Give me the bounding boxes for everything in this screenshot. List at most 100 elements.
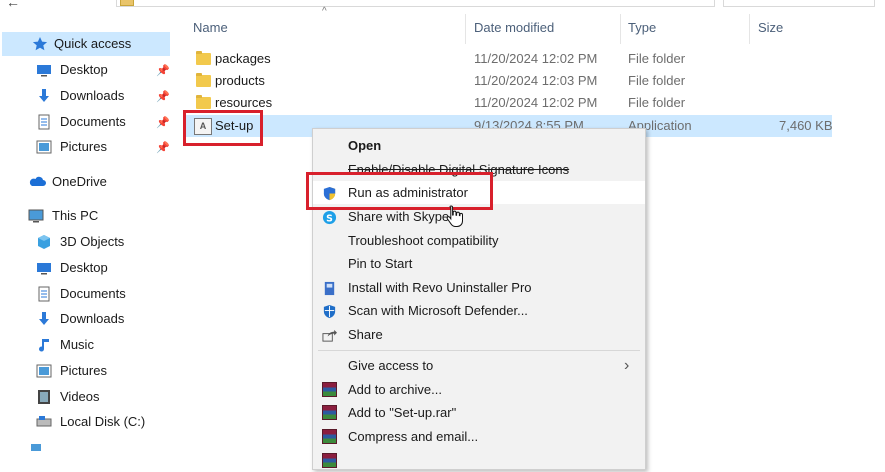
sidebar-item-downloads[interactable]: Downloads xyxy=(36,84,124,108)
sidebar-item-documents-pc[interactable]: Documents xyxy=(36,282,126,306)
hand-cursor-icon xyxy=(446,204,464,228)
menu-item-label: Share xyxy=(348,327,383,342)
menu-item-label: Open xyxy=(348,138,382,153)
file-type: File folder xyxy=(628,73,686,88)
menu-item-add-rar[interactable]: Add to "Set-up.rar" xyxy=(313,401,645,424)
sidebar-item-label: This PC xyxy=(52,208,99,223)
sort-arrow-icon: ^ xyxy=(322,6,327,17)
navigation-pane: Quick access Desktop 📌 Downloads 📌 Docum… xyxy=(0,30,172,454)
folder-icon xyxy=(196,51,211,65)
menu-separator xyxy=(318,350,640,351)
video-icon xyxy=(36,389,52,405)
column-divider[interactable] xyxy=(620,14,621,44)
share-icon xyxy=(322,327,337,342)
sidebar-item-label: Pictures xyxy=(60,139,107,154)
sidebar-item-documents[interactable]: Documents xyxy=(36,110,126,134)
desktop-icon xyxy=(36,62,52,78)
drive-icon xyxy=(36,414,52,430)
file-type: File folder xyxy=(628,51,686,66)
sidebar-item-this-pc[interactable]: This PC xyxy=(28,204,98,228)
defender-icon xyxy=(322,303,337,319)
sidebar-item-label: Desktop xyxy=(60,62,108,77)
menu-item-label: Install with Revo Uninstaller Pro xyxy=(348,280,532,295)
column-header-type[interactable]: Type xyxy=(628,20,656,35)
music-icon xyxy=(36,337,52,353)
menu-item-label: Give access to xyxy=(348,358,434,373)
sidebar-item-desktop[interactable]: Desktop xyxy=(36,58,108,82)
sidebar-item-label: 3D Objects xyxy=(60,234,125,249)
menu-item-defender-scan[interactable]: Scan with Microsoft Defender... xyxy=(313,299,645,322)
table-row[interactable]: packages 11/20/2024 12:02 PM File folder xyxy=(184,48,832,70)
sidebar-item-label: Documents xyxy=(60,114,126,129)
desktop-icon xyxy=(36,260,52,276)
column-header-size[interactable]: Size xyxy=(758,20,783,35)
winrar-icon xyxy=(322,382,337,397)
sidebar-item-pictures[interactable]: Pictures xyxy=(36,135,107,159)
menu-item-partial[interactable] xyxy=(313,449,645,472)
menu-item-revo[interactable]: Install with Revo Uninstaller Pro xyxy=(313,276,645,299)
menu-item-add-archive[interactable]: Add to archive... xyxy=(313,378,645,401)
computer-icon xyxy=(28,208,44,224)
sidebar-item-label: Documents xyxy=(60,286,126,301)
menu-item-label: Pin to Start xyxy=(348,256,413,271)
document-icon xyxy=(36,114,52,130)
folder-icon xyxy=(120,0,134,6)
sidebar-item-downloads-pc[interactable]: Downloads xyxy=(36,307,124,331)
menu-item-compress-email[interactable]: Compress and email... xyxy=(313,425,645,448)
winrar-icon xyxy=(322,453,337,468)
table-row[interactable]: products 11/20/2024 12:03 PM File folder xyxy=(184,70,832,92)
sidebar-item-label: Downloads xyxy=(60,311,125,326)
table-row[interactable]: resources 11/20/2024 12:02 PM File folde… xyxy=(184,92,832,114)
file-date: 11/20/2024 12:03 PM xyxy=(474,73,598,88)
highlight-box-run-as-admin xyxy=(306,172,493,210)
menu-item-label: Add to "Set-up.rar" xyxy=(348,405,457,420)
menu-item-open[interactable]: Open xyxy=(313,134,645,157)
menu-item-pin-start[interactable]: Pin to Start xyxy=(313,252,645,275)
sidebar-item-label: Desktop xyxy=(60,260,108,275)
star-icon xyxy=(32,36,48,52)
menu-item-share[interactable]: Share xyxy=(313,323,645,346)
pin-icon: 📌 xyxy=(156,142,170,154)
file-date: 11/20/2024 12:02 PM xyxy=(474,95,598,110)
pin-icon: 📌 xyxy=(156,65,170,77)
file-name: packages xyxy=(215,51,271,66)
back-arrow-icon[interactable]: ← xyxy=(6,0,20,10)
sidebar-item-label: Pictures xyxy=(60,363,107,378)
column-divider[interactable] xyxy=(749,14,750,44)
sidebar-item-local-disk[interactable]: Local Disk (C:) xyxy=(36,410,145,434)
menu-item-label: Compress and email... xyxy=(348,429,479,444)
pictures-icon xyxy=(36,363,52,379)
download-icon xyxy=(36,88,52,104)
file-size: 7,460 KB xyxy=(779,118,833,133)
sidebar-item-desktop-pc[interactable]: Desktop xyxy=(36,256,108,280)
menu-item-label: Add to archive... xyxy=(348,382,442,397)
sidebar-item-onedrive[interactable]: OneDrive xyxy=(28,170,107,194)
column-header-date[interactable]: Date modified xyxy=(474,20,554,35)
address-bar[interactable] xyxy=(116,0,715,7)
file-date: 11/20/2024 12:02 PM xyxy=(474,51,598,66)
sidebar-item-music[interactable]: Music xyxy=(36,333,94,357)
revo-uninstaller-icon xyxy=(322,280,337,296)
column-divider[interactable] xyxy=(465,14,466,44)
pin-icon: 📌 xyxy=(156,91,170,103)
sidebar-item-label: Quick access xyxy=(54,36,132,51)
sidebar-item-label: Videos xyxy=(60,389,100,404)
folder-icon xyxy=(196,73,211,87)
file-type: File folder xyxy=(628,95,686,110)
file-name: products xyxy=(215,73,265,88)
sidebar-item-label: OneDrive xyxy=(52,174,107,189)
document-icon xyxy=(36,286,52,302)
sidebar-item-videos[interactable]: Videos xyxy=(36,385,100,409)
search-input[interactable] xyxy=(723,0,875,7)
menu-item-troubleshoot[interactable]: Troubleshoot compatibility xyxy=(313,229,645,252)
menu-item-label: Scan with Microsoft Defender... xyxy=(348,303,528,318)
sidebar-item-3d-objects[interactable]: 3D Objects xyxy=(36,230,124,254)
download-icon xyxy=(36,311,52,327)
sidebar-item-label: Local Disk (C:) xyxy=(60,414,146,429)
sidebar-item-pictures-pc[interactable]: Pictures xyxy=(36,359,107,383)
sidebar-item-label: Downloads xyxy=(60,88,125,103)
menu-item-give-access[interactable]: Give access to › xyxy=(313,354,645,377)
column-header-name[interactable]: Name xyxy=(193,20,228,35)
sidebar-item-quick-access[interactable]: Quick access xyxy=(2,32,170,56)
address-bar-area: ← xyxy=(0,0,885,10)
